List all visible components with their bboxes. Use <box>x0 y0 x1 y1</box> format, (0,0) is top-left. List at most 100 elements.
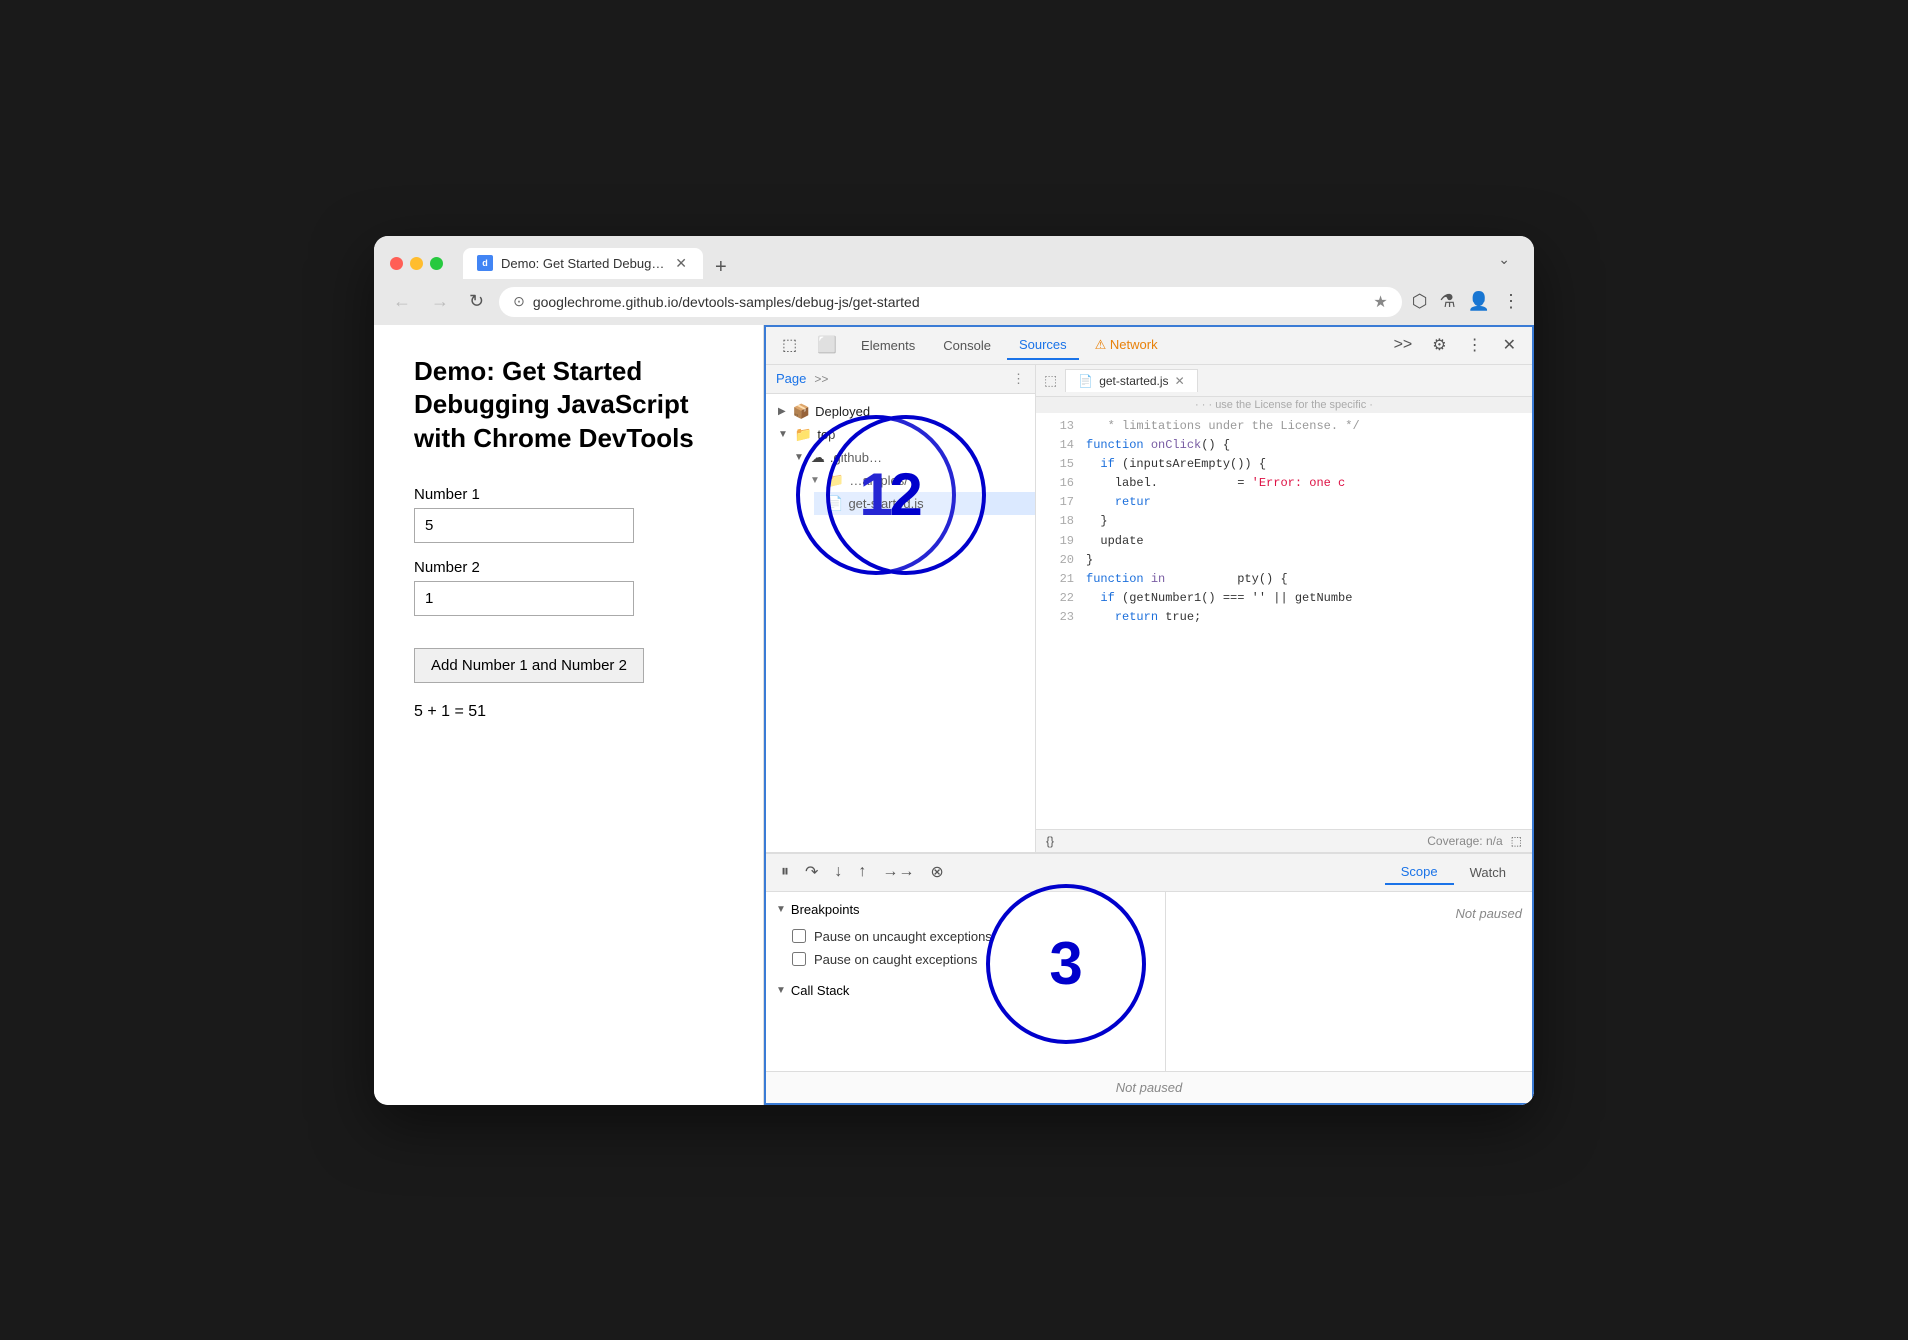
browser-window: d Demo: Get Started Debuggin… ✕ + ⌄ ← → … <box>374 236 1534 1105</box>
code-line-13: 13 * limitations under the License. */ <box>1036 417 1532 436</box>
devtools-body: 1 Page >> ⋮ ▶ 📦 Deployed <box>766 365 1532 1103</box>
bottom-not-paused: Not paused <box>766 1071 1532 1103</box>
step-out-button[interactable]: ↑ <box>853 861 871 883</box>
watch-tab[interactable]: Watch <box>1454 860 1522 885</box>
tree-item-github[interactable]: ▼ ☁ .github… <box>782 446 1035 469</box>
code-file-tab[interactable]: 📄 get-started.js ✕ <box>1065 369 1197 392</box>
maximize-traffic-light[interactable] <box>430 257 443 270</box>
pause-caught-label: Pause on caught exceptions <box>814 952 977 967</box>
tree-item-samples[interactable]: ▼ 📁 …amples/ <box>798 469 1035 492</box>
code-line-23: 23 return true; <box>1036 608 1532 627</box>
device-mode-button[interactable]: ⬜ <box>809 331 845 359</box>
close-traffic-light[interactable] <box>390 257 403 270</box>
code-line-16: 16 label. = 'Error: one c <box>1036 474 1532 493</box>
new-tab-button[interactable]: + <box>707 256 735 279</box>
code-line-22: 22 if (getNumber1() === '' || getNumbe <box>1036 589 1532 608</box>
number2-input[interactable] <box>414 581 634 616</box>
bookmark-icon[interactable]: ★ <box>1373 292 1387 312</box>
tree-item-getstarted[interactable]: 📄 get-started.js <box>814 492 1035 515</box>
tree-arrow-github: ▼ <box>794 452 804 463</box>
tab-chevron-icon[interactable]: ⌄ <box>1490 251 1518 276</box>
coverage-text: Coverage: n/a <box>1427 834 1502 848</box>
settings-button[interactable]: ⚙ <box>1424 331 1454 359</box>
code-line-21: 21 function in pty() { <box>1036 570 1532 589</box>
number1-input[interactable] <box>414 508 634 543</box>
refresh-button[interactable]: ↻ <box>464 289 489 314</box>
pause-uncaught-checkbox[interactable] <box>792 929 806 943</box>
number2-label: Number 2 <box>414 559 723 576</box>
format-icon[interactable]: {} <box>1046 834 1054 848</box>
code-ellipsis-top: · · · use the License for the specific · <box>1036 397 1532 413</box>
tree-item-deployed[interactable]: ▶ 📦 Deployed <box>766 400 1035 423</box>
scope-tab[interactable]: Scope <box>1385 860 1454 885</box>
devtools-toolbar: ⬚ ⬜ Elements Console Sources ⚠ Network >… <box>766 327 1532 365</box>
call-stack-arrow: ▼ <box>776 985 786 996</box>
menu-icon[interactable]: ⋮ <box>1502 291 1520 312</box>
call-stack-title[interactable]: ▼ Call Stack <box>776 983 1155 998</box>
coverage-sidebar-icon[interactable]: ⬚ <box>1511 834 1522 848</box>
title-bar: d Demo: Get Started Debuggin… ✕ + ⌄ <box>374 236 1534 279</box>
code-line-17: 17 retur <box>1036 493 1532 512</box>
breakpoints-title[interactable]: ▼ Breakpoints <box>776 902 1155 917</box>
sources-panel: 1 Page >> ⋮ ▶ 📦 Deployed <box>766 365 1532 853</box>
pause-uncaught-label: Pause on uncaught exceptions <box>814 929 992 944</box>
tab-sources[interactable]: Sources <box>1007 331 1079 360</box>
file-tree: Page >> ⋮ ▶ 📦 Deployed ▼ <box>766 365 1036 852</box>
not-paused-text: Not paused <box>1176 902 1522 921</box>
code-line-19: 19 update <box>1036 532 1532 551</box>
file-tree-toolbar: Page >> ⋮ <box>766 365 1035 394</box>
number1-label: Number 1 <box>414 486 723 503</box>
result-text: 5 + 1 = 51 <box>414 703 723 721</box>
add-numbers-button[interactable]: Add Number 1 and Number 2 <box>414 648 644 683</box>
address-input[interactable]: ⊙ googlechrome.github.io/devtools-sample… <box>499 287 1402 317</box>
profile-icon[interactable]: 👤 <box>1468 291 1490 312</box>
tree-icon-github: ☁ <box>811 449 825 466</box>
debugger-tabs: Scope Watch <box>1385 860 1522 885</box>
tab-title: Demo: Get Started Debuggin… <box>501 256 665 271</box>
more-tabs-button[interactable]: >> <box>1386 332 1421 358</box>
labs-icon[interactable]: ⚗ <box>1439 291 1455 312</box>
pause-uncaught-item: Pause on uncaught exceptions <box>776 925 1155 948</box>
number1-form-group: Number 1 <box>414 486 723 543</box>
tab-close-button[interactable]: ✕ <box>673 255 689 272</box>
code-file-tab-name: get-started.js <box>1099 374 1168 388</box>
tab-elements[interactable]: Elements <box>849 332 927 359</box>
url-text: googlechrome.github.io/devtools-samples/… <box>533 294 1366 310</box>
tree-icon-top: 📁 <box>795 426 812 443</box>
inspector-toggle-button[interactable]: ⬚ <box>774 331 805 359</box>
debugger-body: ▼ Breakpoints Pause on uncaught exceptio… <box>766 892 1532 1071</box>
extensions-icon[interactable]: ⬡ <box>1412 291 1428 312</box>
page-tab[interactable]: Page <box>776 371 806 386</box>
security-icon: ⊙ <box>513 293 525 310</box>
code-editor-tabs: ⬚ 📄 get-started.js ✕ <box>1036 365 1532 397</box>
tree-label-samples: …amples/ <box>849 473 908 488</box>
pause-caught-checkbox[interactable] <box>792 952 806 966</box>
back-button[interactable]: ← <box>388 289 416 314</box>
devtools-menu-button[interactable]: ⋮ <box>1459 331 1491 359</box>
step-over-button[interactable]: ↷ <box>800 860 823 884</box>
code-editor: 2 ⬚ 📄 get-started.js ✕ · · · use the Lic… <box>1036 365 1532 852</box>
file-tree-menu[interactable]: ⋮ <box>1012 371 1025 387</box>
tab-favicon: d <box>477 255 493 271</box>
browser-tab-active[interactable]: d Demo: Get Started Debuggin… ✕ <box>463 248 703 279</box>
tab-network[interactable]: ⚠ Network <box>1083 331 1170 359</box>
web-page-panel: Demo: Get Started Debugging JavaScript w… <box>374 325 764 1105</box>
code-footer: {} Coverage: n/a ⬚ <box>1036 829 1532 852</box>
tab-console[interactable]: Console <box>931 332 1003 359</box>
step-button[interactable]: →→ <box>877 861 919 883</box>
forward-button[interactable]: → <box>426 289 454 314</box>
step-into-button[interactable]: ↓ <box>829 861 847 883</box>
pause-resume-button[interactable]: ⏸ <box>776 861 794 883</box>
code-file-tab-close[interactable]: ✕ <box>1175 374 1185 388</box>
tree-label-getstarted: get-started.js <box>848 496 923 511</box>
devtools-close-button[interactable]: ✕ <box>1495 331 1524 359</box>
minimize-traffic-light[interactable] <box>410 257 423 270</box>
file-tree-more[interactable]: >> <box>814 372 828 386</box>
devtools-panel: ⬚ ⬜ Elements Console Sources ⚠ Network >… <box>764 325 1534 1105</box>
code-line-15: 15 if (inputsAreEmpty()) { <box>1036 455 1532 474</box>
tree-item-top[interactable]: ▼ 📁 top <box>766 423 1035 446</box>
deactivate-breakpoints-button[interactable]: ⊗ <box>925 860 948 884</box>
number2-form-group: Number 2 <box>414 559 723 616</box>
tree-icon-getstarted: 📄 <box>826 495 843 512</box>
tree-arrow-top: ▼ <box>778 429 788 440</box>
